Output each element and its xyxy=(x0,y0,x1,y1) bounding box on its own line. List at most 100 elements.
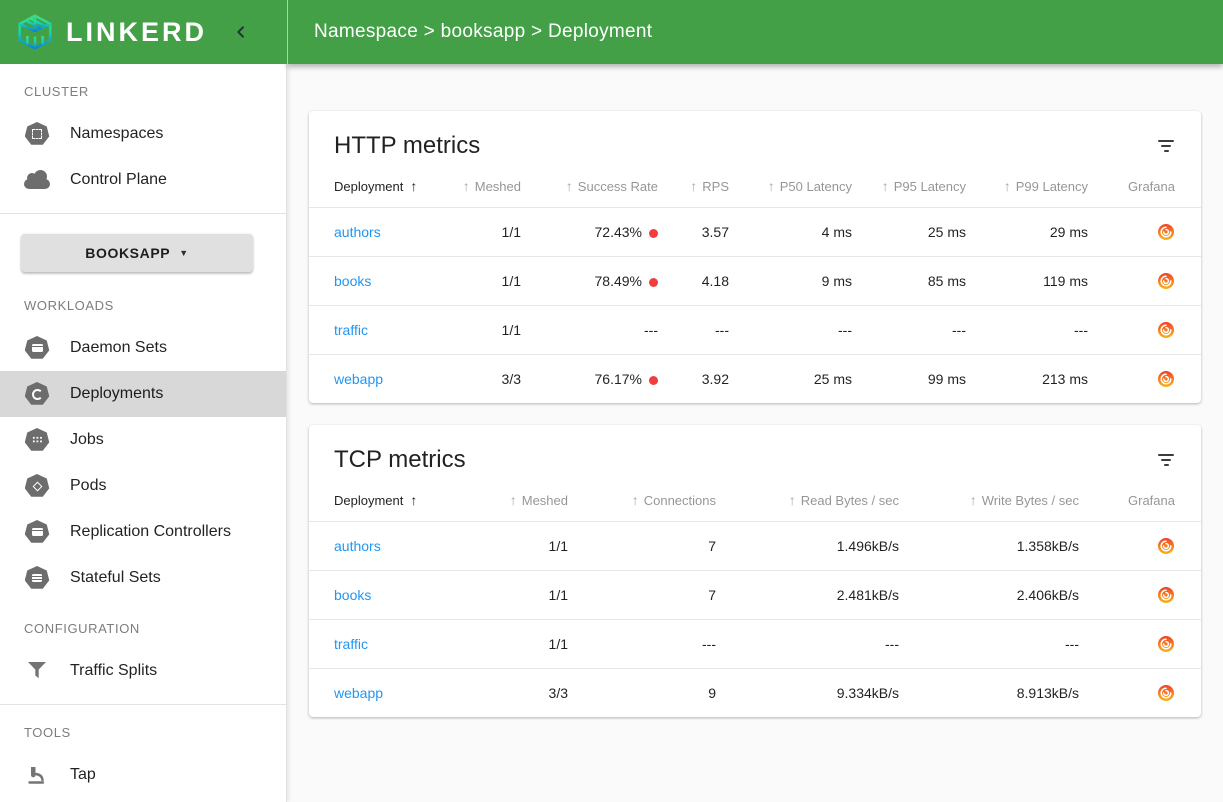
deployment-link[interactable]: traffic xyxy=(334,322,368,338)
sort-arrow-icon: ↑ xyxy=(566,178,573,194)
deployment-link[interactable]: books xyxy=(334,587,371,603)
app-header: Namespace > booksapp > Deployment xyxy=(287,0,1223,64)
section-label-cluster: CLUSTER xyxy=(0,64,286,111)
sort-arrow-icon: ↑ xyxy=(632,492,639,508)
deployment-link[interactable]: authors xyxy=(334,538,381,554)
table-row: books 1/1 78.49% 4.18 9 ms 85 ms 119 ms xyxy=(309,257,1201,306)
table-row: authors 1/1 7 1.496kB/s 1.358kB/s xyxy=(309,522,1201,571)
deployment-icon xyxy=(24,381,50,407)
table-row: webapp 3/3 76.17% 3.92 25 ms 99 ms 213 m… xyxy=(309,355,1201,404)
grafana-icon[interactable] xyxy=(1157,684,1175,702)
statefulset-icon xyxy=(24,565,50,591)
p95-value: 85 ms xyxy=(852,257,966,306)
column-header-rps[interactable]: ↑RPS xyxy=(658,164,729,208)
sort-arrow-icon: ↑ xyxy=(510,492,517,508)
meshed-value: 1/1 xyxy=(439,620,568,669)
column-header-write-bytes[interactable]: ↑Write Bytes / sec xyxy=(899,478,1079,522)
read-bytes-value: 9.334kB/s xyxy=(716,669,899,718)
sidebar-item-label: Tap xyxy=(70,766,96,784)
p99-value: 119 ms xyxy=(966,257,1088,306)
status-dot xyxy=(649,229,658,238)
tap-icon xyxy=(24,762,50,788)
filter-icon[interactable] xyxy=(1157,140,1175,155)
success-rate-value: 76.17% xyxy=(521,355,658,404)
sort-arrow-icon: ↑ xyxy=(768,178,775,194)
grafana-icon[interactable] xyxy=(1157,370,1175,388)
status-dot xyxy=(649,278,658,287)
grafana-icon[interactable] xyxy=(1157,223,1175,241)
logo-text: LINKERD xyxy=(66,17,207,48)
column-header-p99-latency[interactable]: ↑P99 Latency xyxy=(966,164,1088,208)
breadcrumb: Namespace > booksapp > Deployment xyxy=(314,21,652,43)
sidebar-item-tap[interactable]: Tap xyxy=(0,752,286,798)
column-header-read-bytes[interactable]: ↑Read Bytes / sec xyxy=(716,478,899,522)
pod-icon xyxy=(24,473,50,499)
linkerd-logo-icon xyxy=(14,11,56,53)
success-rate-value: 72.43% xyxy=(521,208,658,257)
deployment-link[interactable]: webapp xyxy=(334,371,383,387)
p50-value: 9 ms xyxy=(729,257,852,306)
column-header-connections[interactable]: ↑Connections xyxy=(568,478,716,522)
table-row: webapp 3/3 9 9.334kB/s 8.913kB/s xyxy=(309,669,1201,718)
sidebar-item-namespaces[interactable]: Namespaces xyxy=(0,111,286,157)
p95-value: --- xyxy=(852,306,966,355)
deployment-link[interactable]: authors xyxy=(334,224,381,240)
sidebar-item-traffic-splits[interactable]: Traffic Splits xyxy=(0,648,286,694)
sidebar-item-pods[interactable]: Pods xyxy=(0,463,286,509)
p95-value: 25 ms xyxy=(852,208,966,257)
p99-value: --- xyxy=(966,306,1088,355)
column-header-deployment[interactable]: Deployment↑ xyxy=(309,164,439,208)
sidebar-item-deployments[interactable]: Deployments xyxy=(0,371,286,417)
filter-icon[interactable] xyxy=(1157,454,1175,469)
sidebar-item-stateful-sets[interactable]: Stateful Sets xyxy=(0,555,286,601)
write-bytes-value: --- xyxy=(899,620,1079,669)
meshed-value: 1/1 xyxy=(439,306,521,355)
connections-value: --- xyxy=(568,620,716,669)
p50-value: 4 ms xyxy=(729,208,852,257)
rps-value: --- xyxy=(658,306,729,355)
column-header-grafana: Grafana xyxy=(1088,164,1201,208)
deployment-link[interactable]: webapp xyxy=(334,685,383,701)
sidebar-item-jobs[interactable]: Jobs xyxy=(0,417,286,463)
sidebar-item-replication-controllers[interactable]: Replication Controllers xyxy=(0,509,286,555)
grafana-icon[interactable] xyxy=(1157,537,1175,555)
column-header-meshed[interactable]: ↑Meshed xyxy=(439,478,568,522)
column-header-success-rate[interactable]: ↑Success Rate xyxy=(521,164,658,208)
p95-value: 99 ms xyxy=(852,355,966,404)
grafana-icon[interactable] xyxy=(1157,586,1175,604)
sort-arrow-icon: ↑ xyxy=(1004,178,1011,194)
tcp-metrics-table: Deployment↑ ↑Meshed ↑Connections ↑Read B… xyxy=(309,478,1201,717)
p99-value: 213 ms xyxy=(966,355,1088,404)
column-header-p95-latency[interactable]: ↑P95 Latency xyxy=(852,164,966,208)
table-row: authors 1/1 72.43% 3.57 4 ms 25 ms 29 ms xyxy=(309,208,1201,257)
column-header-deployment[interactable]: Deployment↑ xyxy=(309,478,439,522)
funnel-icon xyxy=(24,658,50,684)
sidebar-item-control-plane[interactable]: Control Plane xyxy=(0,157,286,203)
connections-value: 9 xyxy=(568,669,716,718)
deployment-link[interactable]: traffic xyxy=(334,636,368,652)
write-bytes-value: 1.358kB/s xyxy=(899,522,1079,571)
caret-down-icon: ▼ xyxy=(179,248,189,258)
column-header-p50-latency[interactable]: ↑P50 Latency xyxy=(729,164,852,208)
rps-value: 3.57 xyxy=(658,208,729,257)
namespace-selector-button[interactable]: BOOKSAPP ▼ xyxy=(21,234,253,272)
deployment-link[interactable]: books xyxy=(334,273,371,289)
grafana-icon[interactable] xyxy=(1157,635,1175,653)
section-label-workloads: WORKLOADS xyxy=(0,278,286,325)
rps-value: 3.92 xyxy=(658,355,729,404)
grafana-icon[interactable] xyxy=(1157,321,1175,339)
sort-arrow-icon: ↑ xyxy=(463,178,470,194)
column-header-grafana: Grafana xyxy=(1079,478,1201,522)
sidebar-collapse-button[interactable] xyxy=(233,24,249,40)
sidebar-item-daemon-sets[interactable]: Daemon Sets xyxy=(0,325,286,371)
cloud-icon xyxy=(24,167,50,193)
column-header-meshed[interactable]: ↑Meshed xyxy=(439,164,521,208)
linkerd-logo[interactable]: LINKERD xyxy=(14,11,207,53)
grafana-icon[interactable] xyxy=(1157,272,1175,290)
tcp-metrics-title: TCP metrics xyxy=(334,446,466,474)
sort-arrow-icon: ↑ xyxy=(410,178,417,194)
meshed-value: 1/1 xyxy=(439,522,568,571)
p50-value: --- xyxy=(729,306,852,355)
sidebar-item-label: Jobs xyxy=(70,431,104,449)
main-content: HTTP metrics Deployment↑ ↑Meshed ↑Succes… xyxy=(287,64,1223,802)
